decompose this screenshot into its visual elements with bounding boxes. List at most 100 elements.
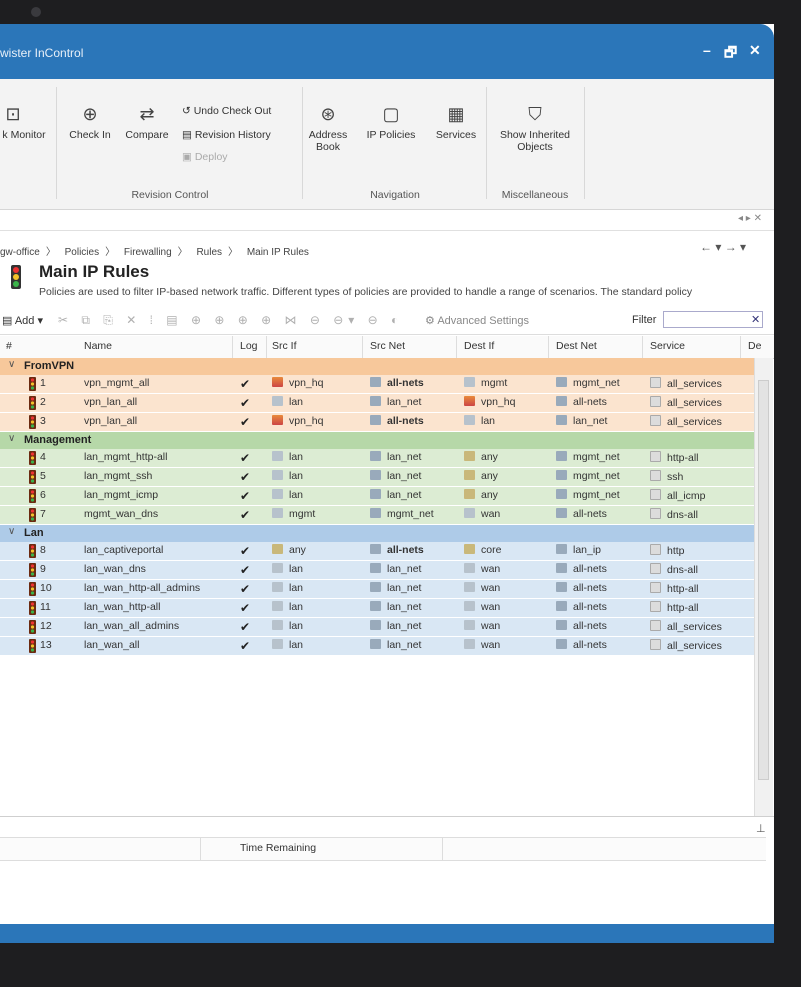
- address-book-button[interactable]: ⊛ Address Book: [306, 103, 350, 153]
- cell-num: 5: [40, 470, 46, 482]
- cell-src-if: vpn_hq: [272, 377, 323, 389]
- cell-dest-if: wan: [464, 508, 500, 520]
- breadcrumb-item[interactable]: Main IP Rules: [247, 247, 309, 258]
- network-icon: [370, 582, 381, 592]
- tab-scroll-arrows[interactable]: ◂ ▸ ✕: [738, 213, 762, 224]
- cell-text: http: [667, 545, 685, 557]
- table-row[interactable]: 10 lan_wan_http-all_admins lan lan_net wan al…: [0, 580, 754, 599]
- device-bezel-top: [0, 0, 801, 24]
- show-inherited-button[interactable]: ⛉ Show Inherited Objects: [490, 103, 580, 153]
- table-row[interactable]: 8 lan_captiveportal any all-nets core lan_ip h…: [0, 542, 754, 561]
- column-header-description[interactable]: De: [748, 340, 761, 352]
- group-row[interactable]: ∨ Management: [0, 432, 754, 449]
- undo-checkout-label: Undo Check Out: [193, 105, 272, 117]
- scrollbar-thumb[interactable]: [758, 380, 769, 780]
- group-row[interactable]: ∨ FromVPN: [0, 358, 754, 375]
- breadcrumb-item[interactable]: gw-office: [0, 247, 40, 258]
- ribbon-separator: [486, 87, 487, 199]
- column-header-number[interactable]: #: [6, 340, 12, 352]
- cell-num: 10: [40, 582, 52, 594]
- group-row[interactable]: ∨ Lan: [0, 525, 754, 542]
- cell-text: lan_wan_dns: [84, 563, 146, 575]
- cell-text: all-nets: [573, 508, 607, 520]
- cell-text: lan: [289, 620, 304, 632]
- network-icon: [556, 377, 567, 387]
- cell-dest-if: wan: [464, 601, 500, 613]
- column-header-service[interactable]: Service: [650, 340, 685, 352]
- cell-num: 9: [40, 563, 46, 575]
- table-row[interactable]: 12 lan_wan_all_admins lan lan_net wan all-net…: [0, 618, 754, 637]
- column-header-dest-net[interactable]: Dest Net: [556, 340, 597, 352]
- column-header-name[interactable]: Name: [84, 340, 112, 352]
- add-button[interactable]: ▤ Add ▾: [2, 314, 43, 327]
- cell-text: lan: [481, 415, 496, 427]
- service-icon: [650, 508, 661, 519]
- cell-text: 11: [40, 601, 51, 613]
- vertical-scrollbar[interactable]: [754, 358, 773, 816]
- advanced-settings-button[interactable]: ⚙ Advanced Settings: [425, 314, 529, 327]
- cell-text: vpn_hq: [289, 415, 324, 427]
- revision-history-button[interactable]: ▤ Revision History: [182, 129, 271, 141]
- history-nav[interactable]: ← ▾ → ▾: [700, 240, 746, 254]
- undo-checkout-button[interactable]: ↺ Undo Check Out: [182, 105, 271, 117]
- table-row[interactable]: 1 vpn_mgmt_all vpn_hq all-nets mgmt mgmt_net a…: [0, 375, 754, 394]
- table-row[interactable]: 3 vpn_lan_all vpn_hq all-nets lan lan_net all_…: [0, 413, 754, 432]
- table-row[interactable]: 6 lan_mgmt_icmp lan lan_net any mgmt_net all_i…: [0, 487, 754, 506]
- interface-icon: [272, 620, 283, 630]
- log-check-icon: ✔: [240, 415, 251, 429]
- collapse-chevron-icon[interactable]: ∨: [8, 433, 15, 444]
- column-header-src-if[interactable]: Src If: [272, 340, 297, 352]
- minimize-button[interactable]: –: [703, 42, 711, 58]
- breadcrumb-item[interactable]: Policies: [65, 247, 99, 258]
- cell-text: 4: [40, 451, 46, 463]
- interface-icon: [272, 451, 283, 461]
- restore-button[interactable]: 🗗: [724, 42, 737, 66]
- interface-icon: [464, 639, 475, 649]
- history-icon: ▤: [182, 129, 195, 141]
- collapse-chevron-icon[interactable]: ∨: [8, 526, 15, 537]
- table-row[interactable]: 9 lan_wan_dns lan lan_net wan all-nets dns-all…: [0, 561, 754, 580]
- shield-icon: ⛉: [528, 104, 542, 124]
- interface-icon: [272, 489, 283, 499]
- ip-policies-button[interactable]: ▢ IP Policies: [354, 103, 428, 141]
- advanced-settings-label: Advanced Settings: [437, 315, 530, 327]
- table-row[interactable]: 11 lan_wan_http-all lan lan_net wan all-nets h…: [0, 599, 754, 618]
- pin-icon[interactable]: ⊥: [756, 822, 766, 835]
- cell-src-net: lan_net: [370, 451, 421, 463]
- cell-text: vpn_mgmt_all: [84, 377, 150, 389]
- compare-button[interactable]: ⇄ Compare: [120, 103, 174, 141]
- interface-icon: [464, 451, 475, 461]
- breadcrumb-item[interactable]: Rules: [196, 247, 222, 258]
- cell-text: lan_net: [387, 620, 422, 632]
- close-button[interactable]: ✕: [749, 42, 761, 59]
- column-header-dest-if[interactable]: Dest If: [464, 340, 494, 352]
- cell-text: all-nets: [387, 377, 424, 389]
- column-header-src-net[interactable]: Src Net: [370, 340, 405, 352]
- filter-input[interactable]: [663, 311, 763, 328]
- check-in-button[interactable]: ⊕ Check In: [62, 103, 118, 141]
- cell-text: lan_wan_http-all_admins: [84, 582, 201, 594]
- cell-text: vpn_lan_all: [84, 415, 138, 427]
- service-icon: [650, 620, 661, 631]
- cell-text: lan_captiveportal: [84, 544, 164, 556]
- cell-service: ssh: [650, 470, 683, 483]
- table-row[interactable]: 2 vpn_lan_all lan lan_net vpn_hq all-nets all_…: [0, 394, 754, 413]
- cell-text: lan_net: [387, 563, 422, 575]
- group-label-revision-control: Revision Control: [131, 189, 209, 201]
- cell-text: core: [481, 544, 502, 556]
- cell-text: wan: [481, 508, 501, 520]
- deploy-button[interactable]: ▣ Deploy: [182, 151, 228, 163]
- column-header-log[interactable]: Log: [240, 340, 258, 352]
- table-row[interactable]: 4 lan_mgmt_http-all lan lan_net any mgmt_net h…: [0, 449, 754, 468]
- collapse-chevron-icon[interactable]: ∨: [8, 359, 15, 370]
- table-row[interactable]: 5 lan_mgmt_ssh lan lan_net any mgmt_net ssh ✔: [0, 468, 754, 487]
- services-button[interactable]: ▦ Services: [432, 103, 480, 141]
- table-row[interactable]: 13 lan_wan_all lan lan_net wan all-nets all_se…: [0, 637, 754, 656]
- monitor-button[interactable]: ⊡ k Monitor: [0, 103, 48, 141]
- table-row[interactable]: 7 mgmt_wan_dns mgmt mgmt_net wan all-nets dns-…: [0, 506, 754, 525]
- add-label: Add: [14, 315, 35, 327]
- breadcrumb-item[interactable]: Firewalling: [124, 247, 172, 258]
- filter-clear-icon[interactable]: ✕: [751, 313, 760, 326]
- cell-dest-net: all-nets: [556, 563, 607, 575]
- cell-text: http-all: [667, 583, 699, 595]
